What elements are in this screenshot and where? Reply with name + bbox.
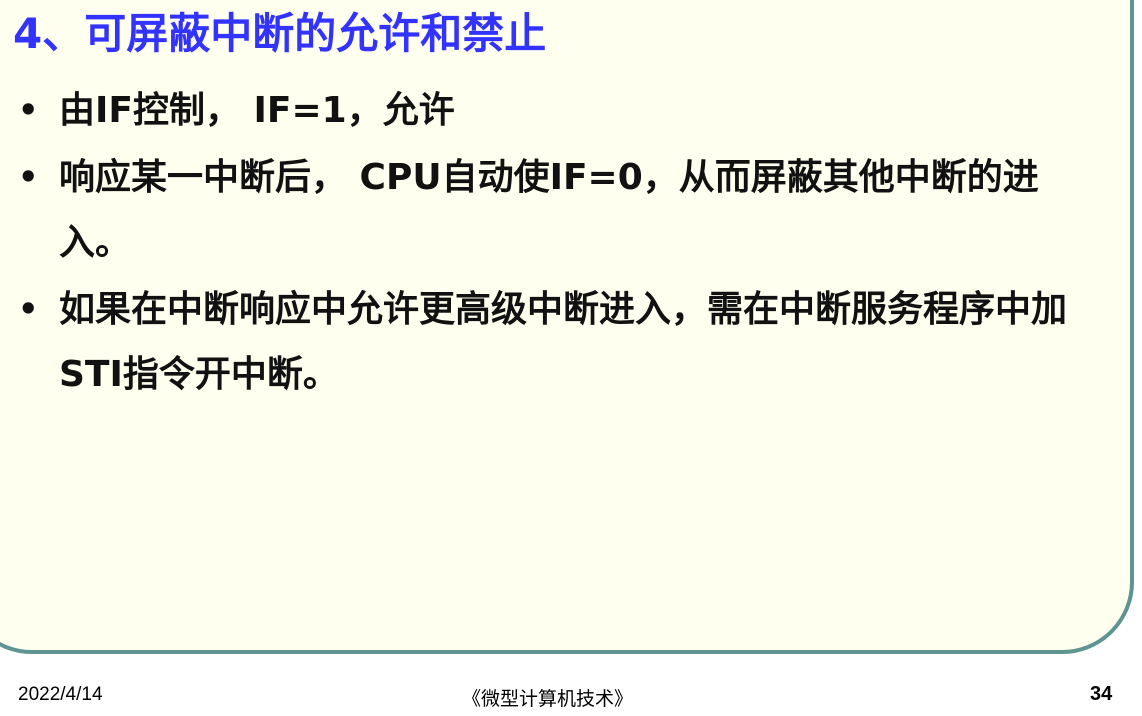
footer-course-title: 《微型计算机技术》 [462,688,634,710]
footer-page-number: 34 [1090,683,1113,705]
bullet-text: 如果在中断响应中允许更高级中断进入，需在中断服务程序中加STI指令开中断。 [59,289,1068,395]
bullet-icon: • [18,91,39,129]
bullet-icon: • [18,158,39,196]
footer-date: 2022/4/14 [18,684,103,705]
bullet-item: • 响应某一中断后， CPU自动使IF=0，从而屏蔽其他中断的进入。 [18,145,1088,275]
bullet-item: • 如果在中断响应中允许更高级中断进入，需在中断服务程序中加STI指令开中断。 [18,277,1088,407]
bullet-item: • 由IF控制， IF=1，允许 [18,78,1088,143]
bullet-text: 由IF控制， IF=1，允许 [59,90,455,131]
bullet-icon: • [18,290,39,328]
bullet-text: 响应某一中断后， CPU自动使IF=0，从而屏蔽其他中断的进入。 [59,157,1039,263]
slide-title: 4、可屏蔽中断的允许和禁止 [13,9,547,58]
bullet-list: • 由IF控制， IF=1，允许 • 响应某一中断后， CPU自动使IF=0，从… [18,78,1088,409]
